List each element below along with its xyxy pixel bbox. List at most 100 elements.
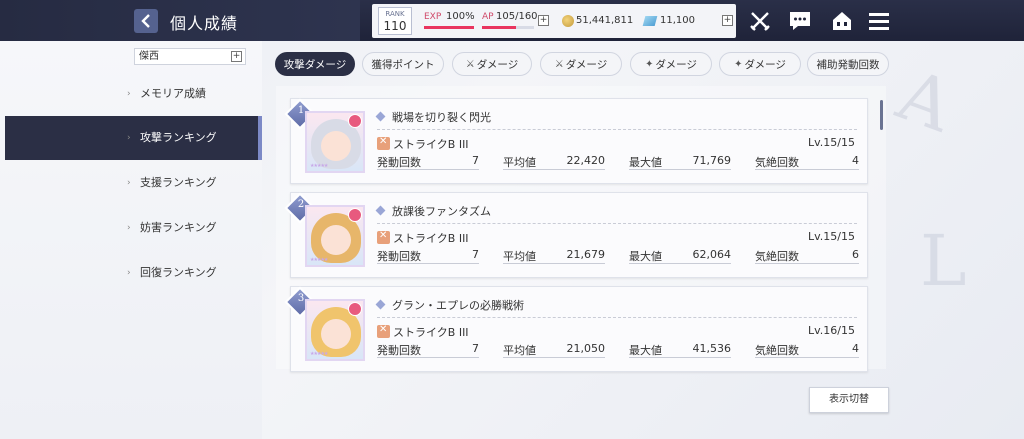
tab-damage-4[interactable]: ✦ ダメージ [719,52,801,76]
memoria-portrait[interactable]: ★★★★★ [305,111,365,173]
chevron-right-icon: › [127,268,131,278]
memoria-title-text: 戦場を切り裂く閃光 [392,111,491,124]
unit-selector[interactable]: 傑西 + [134,48,246,65]
unit-add-button[interactable]: + [231,51,242,62]
ap-add-button[interactable]: + [538,15,549,26]
gem-add-button[interactable]: + [722,15,733,26]
tab-attack-damage[interactable]: 攻撃ダメージ [275,52,355,76]
exp-progress-bar [424,26,474,29]
memoria-title-text: グラン・エプレの必勝戦術 [392,299,524,312]
sidebar-item-recovery-ranking[interactable]: › 回復ランキング [5,251,262,295]
stat-stun-count: 気絶回数 6 [755,248,859,264]
damage-type-icon: ⚔ [554,58,564,70]
stat-activation-count: 発動回数 7 [377,154,479,170]
portrait-face [321,225,351,255]
chat-bubble-icon [790,12,810,30]
chevron-left-icon [141,14,150,28]
skill-level: Lv.16/15 [808,324,855,337]
tab-label: 獲得ポイント [371,58,435,71]
status-panel: RANK 110 EXP 100% AP 105/160 + 51,441,81… [372,4,736,38]
scrollbar-thumb[interactable] [880,100,883,130]
stat-max: 最大値 71,769 [629,154,731,170]
stat-label: 最大値 [629,344,662,357]
tab-assist-count[interactable]: 補助発動回数 [807,52,889,76]
skill-name-text: ストライクB III [393,232,469,245]
sidebar-item-support-ranking[interactable]: › 支援ランキング [5,161,262,205]
stat-value: 22,420 [566,154,606,167]
gold-coin-icon [562,15,574,27]
tab-label: ダメージ [565,58,608,71]
chevron-right-icon: › [127,89,131,99]
stat-label: 平均値 [503,344,536,357]
sidebar-item-interference-ranking[interactable]: › 妨害ランキング [5,206,262,250]
ap-label: AP [482,12,494,22]
home-button[interactable] [829,8,855,34]
sidebar-item-attack-ranking[interactable]: › 攻撃ランキング [5,116,262,160]
sidebar-item-label: 妨害ランキング [140,221,217,234]
stat-value: 41,536 [692,342,732,355]
memoria-portrait[interactable]: ★★★★★ [305,299,365,361]
stat-value: 71,769 [692,154,732,167]
divider [377,129,857,130]
chat-button[interactable] [787,8,813,34]
portrait-face [321,131,351,161]
skill-name-text: ストライクB III [393,138,469,151]
diamond-bullet-icon [375,205,386,216]
memoria-title: 戦場を切り裂く閃光 [375,109,491,125]
stat-label: 気絶回数 [755,344,799,357]
skill-type-icon [377,230,390,244]
stat-value: 4 [852,342,859,355]
background-decoration: L [920,220,967,302]
stat-label: 気絶回数 [755,250,799,263]
sidebar-item-label: 回復ランキング [140,266,217,279]
damage-type-icon: ✦ [645,58,654,70]
element-badge-icon [348,114,362,128]
skill-type-icon [377,136,390,150]
tab-damage-2[interactable]: ⚔ ダメージ [540,52,622,76]
battle-button[interactable] [747,8,773,34]
sidebar-item-label: 支援ランキング [140,176,217,189]
tab-label: ダメージ [655,58,697,71]
skill-type-icon [377,324,390,338]
exp-value: 100% [446,11,475,22]
element-badge-icon [348,302,362,316]
tab-damage-1[interactable]: ⚔ ダメージ [452,52,532,76]
skill-level: Lv.15/15 [808,136,855,149]
memoria-title-text: 放課後ファンタズム [392,205,491,218]
stat-stun-count: 気絶回数 4 [755,154,859,170]
hamburger-menu-icon [869,13,889,30]
stat-value: 4 [852,154,859,167]
skill-level: Lv.15/15 [808,230,855,243]
stat-value: 7 [472,154,479,167]
rarity-stars-icon: ★★★★★ [310,163,328,169]
ap-value: 105/160 [496,11,538,22]
exp-label: EXP [424,12,442,22]
memoria-portrait[interactable]: ★★★★★ [305,205,365,267]
menu-button[interactable] [866,8,892,34]
ap-progress-fill [482,26,517,29]
display-toggle-button[interactable]: 表示切替 [809,387,889,413]
damage-type-icon: ✦ [734,58,743,70]
stat-value: 7 [472,342,479,355]
sidebar-item-label: メモリア成績 [140,87,206,100]
tab-damage-3[interactable]: ✦ ダメージ [630,52,712,76]
ranking-card: 3 ★★★★★ グラン・エプレの必勝戦術 ストライクB III Lv.16/15… [284,286,868,372]
skill-name: ストライクB III [377,230,469,246]
tab-points[interactable]: 獲得ポイント [362,52,444,76]
back-button[interactable] [134,9,158,33]
stat-value: 62,064 [692,248,732,261]
stat-value: 7 [472,248,479,261]
rarity-stars-icon: ★★★★★ [310,257,328,263]
crossed-swords-icon [750,12,770,31]
stat-label: 発動回数 [377,344,421,357]
ranking-card: 2 ★★★★★ 放課後ファンタズム ストライクB III Lv.15/15 発動… [284,192,868,278]
rank-value: 110 [383,19,407,33]
stat-label: 最大値 [629,156,662,169]
sidebar-item-memoria[interactable]: › メモリア成績 [5,72,262,116]
stat-average: 平均値 22,420 [503,154,605,170]
divider [377,223,857,224]
tab-label: ダメージ [744,58,786,71]
tab-label: ダメージ [476,58,519,71]
element-badge-icon [348,208,362,222]
portrait-face [321,319,351,349]
